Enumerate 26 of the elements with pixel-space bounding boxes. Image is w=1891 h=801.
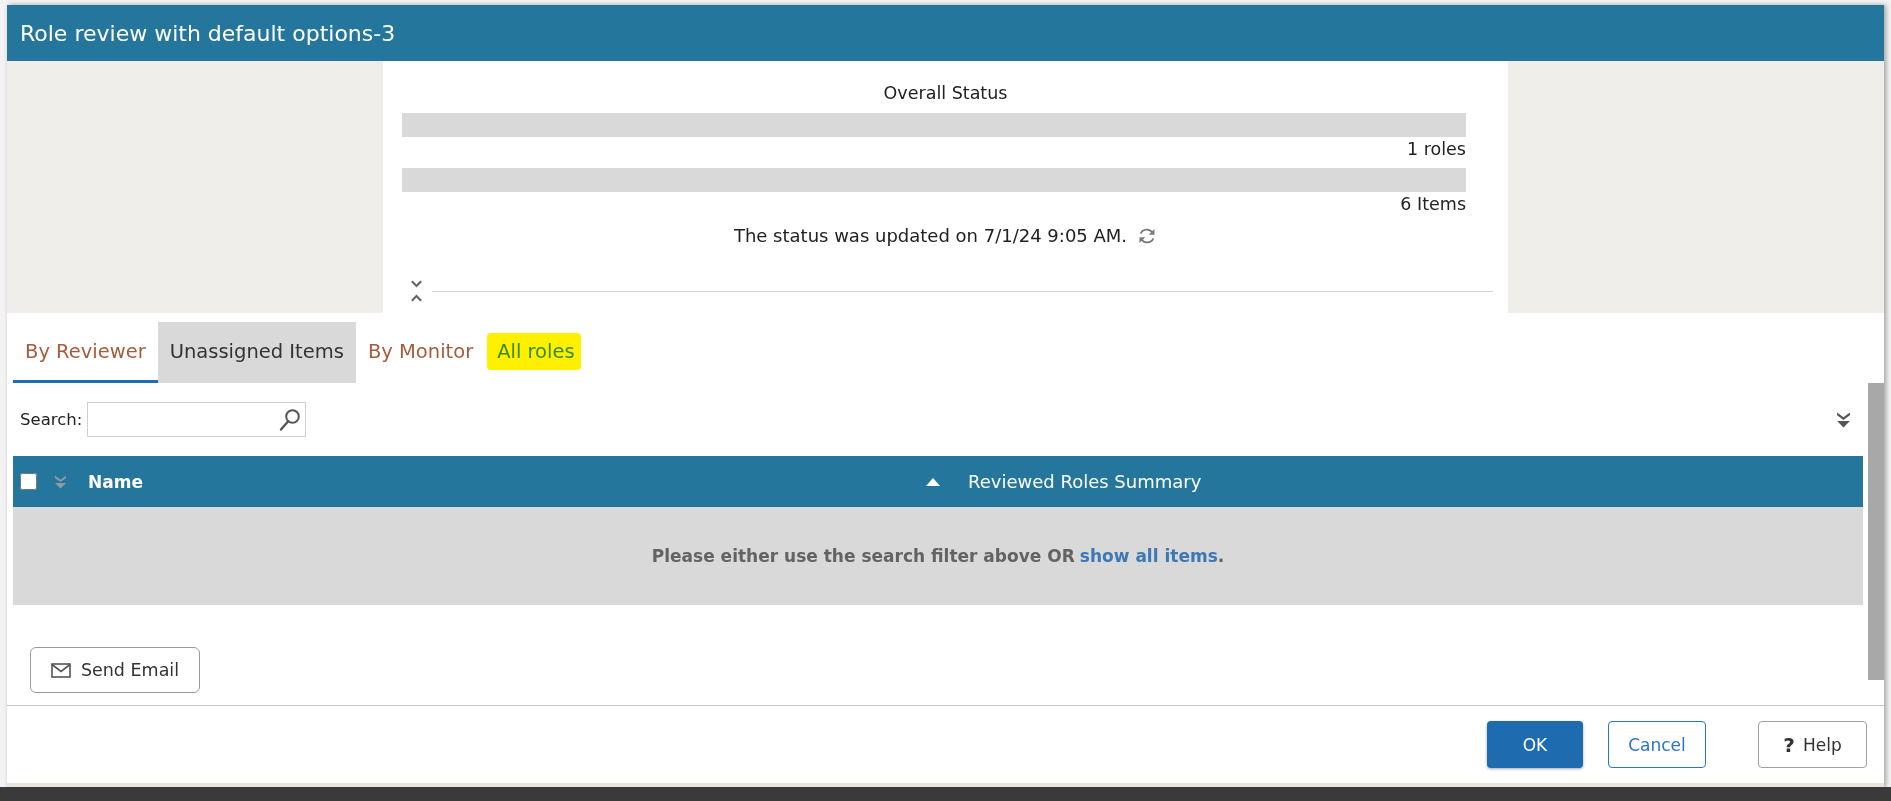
count-label: 6 Items [1399,193,1466,216]
search-label: Search: [20,410,83,429]
cancel-button[interactable]: Cancel [1608,721,1706,768]
search-icon[interactable] [279,407,302,432]
count-label: 1 roles [1406,138,1466,161]
chevrons-icon[interactable] [410,279,423,303]
status-message: The status was updated on 7/1/24 9:05 AM. [733,224,1128,248]
search-field[interactable] [87,402,307,437]
mail-icon [50,662,71,678]
column-header[interactable]: Reviewed Roles Summary [955,456,1863,507]
send-email-button[interactable]: Send Email [30,647,200,693]
scrollbar-thumb[interactable] [1868,383,1884,680]
sort-up-icon [926,477,940,486]
refresh-icon[interactable] [1137,226,1158,246]
select-all-checkbox[interactable] [20,473,37,490]
dialog-title: Role review with default options-3 [20,20,396,46]
empty-message: Please either use the search filter above OR show all items. [651,546,1225,566]
column-header[interactable]: Name [75,456,955,507]
double-chevron-icon[interactable] [1836,411,1851,428]
status-heading: Overall Status [882,82,1009,105]
show-all-items-link[interactable]: show all items [1079,546,1218,566]
tab[interactable]: Unassigned Items [157,322,356,383]
ok-button[interactable]: OK [1487,721,1583,768]
help-icon: ? [1783,732,1795,757]
help-button[interactable]: ? Help [1758,721,1867,768]
tab[interactable]: By Monitor [355,322,486,383]
